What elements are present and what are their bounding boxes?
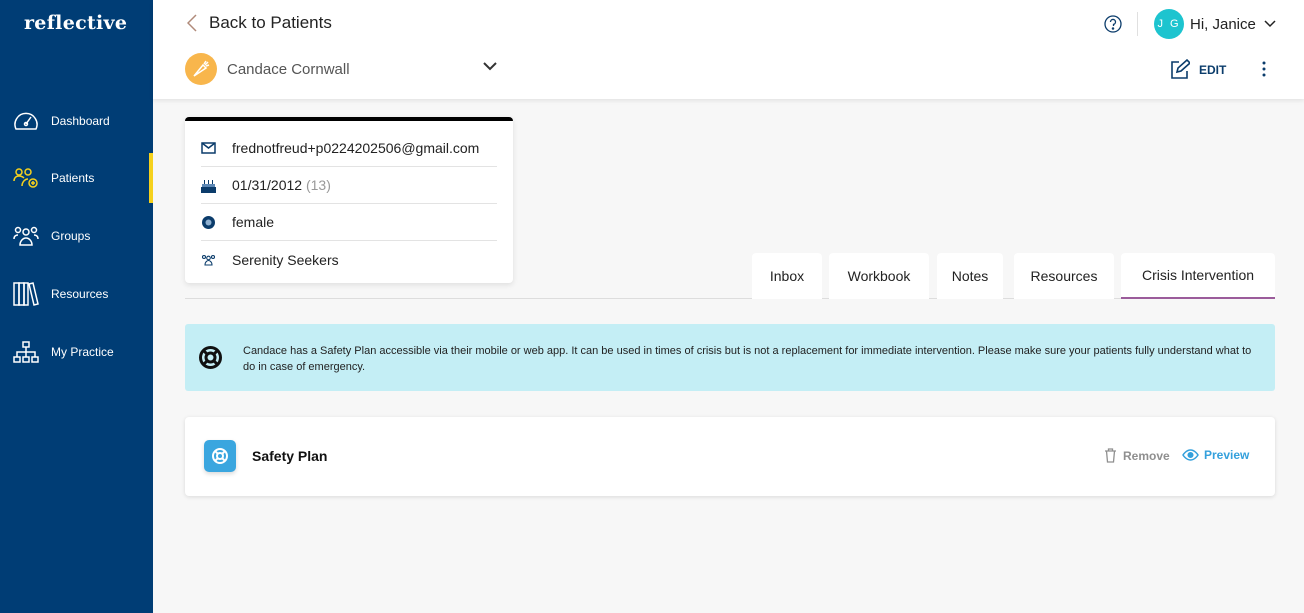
sidebar-item-patients[interactable]: Patients <box>0 153 153 203</box>
tab-bar: Inbox Workbook Notes Resources Crisis In… <box>185 253 1275 299</box>
gender: female <box>232 214 275 230</box>
gender-icon <box>202 215 215 229</box>
email: frednotfreud+p0224202506@gmail.com <box>232 140 480 156</box>
remove-label: Remove <box>1123 448 1170 463</box>
carrot-icon <box>193 60 210 77</box>
trash-icon <box>1105 448 1116 463</box>
patient-selector[interactable]: Candace Cornwall <box>185 53 497 85</box>
birthdate: 01/31/2012 (13) <box>232 177 331 193</box>
sidebar-item-dashboard[interactable]: Dashboard <box>0 96 153 146</box>
preview-label: Preview <box>1204 448 1250 462</box>
books-icon <box>13 282 39 306</box>
header: Back to Patients Candace Cornwall J G Hi… <box>153 0 1304 99</box>
patients-icon <box>13 168 38 188</box>
network-icon <box>13 341 39 363</box>
email-row: frednotfreud+p0224202506@gmail.com <box>201 130 497 167</box>
edit-icon <box>1171 59 1190 79</box>
patient-avatar <box>185 53 217 85</box>
sidebar-item-label: Dashboard <box>51 114 110 128</box>
groups-icon <box>13 226 39 246</box>
chevron-down-icon[interactable] <box>483 62 497 71</box>
greeting: Hi, Janice <box>1190 15 1256 33</box>
remove-button[interactable]: Remove <box>1104 448 1170 463</box>
dashboard-icon <box>14 112 38 130</box>
edit-button[interactable]: EDIT <box>1169 59 1226 80</box>
chevron-down-icon <box>1264 20 1276 28</box>
user-menu[interactable]: J G Hi, Janice <box>1154 9 1276 39</box>
sidebar-item-label: Patients <box>51 171 95 185</box>
patient-name: Candace Cornwall <box>227 60 350 78</box>
edit-label: EDIT <box>1199 62 1227 77</box>
lifebuoy-icon <box>212 448 228 464</box>
sidebar-item-label: My Practice <box>51 345 114 359</box>
more-options-icon[interactable] <box>1261 60 1267 78</box>
sidebar: reflective Dashboard Patients Groups Res… <box>0 0 153 613</box>
safety-plan-title: Safety Plan <box>252 448 328 464</box>
back-label: Back to Patients <box>209 13 332 32</box>
tab-notes[interactable]: Notes <box>937 253 1003 299</box>
tab-inbox[interactable]: Inbox <box>752 253 822 299</box>
tab-resources[interactable]: Resources <box>1014 253 1114 299</box>
back-to-patients-link[interactable]: Back to Patients <box>187 13 332 33</box>
info-alert: Candace has a Safety Plan accessible via… <box>185 324 1275 391</box>
gender-row: female <box>201 204 497 241</box>
divider <box>1137 12 1138 36</box>
birthdate-row: 01/31/2012 (13) <box>201 167 497 204</box>
lifebuoy-icon <box>199 346 222 369</box>
sidebar-item-resources[interactable]: Resources <box>0 269 153 319</box>
sidebar-item-groups[interactable]: Groups <box>0 211 153 261</box>
birthdate-value: 01/31/2012 <box>232 177 303 193</box>
eye-icon <box>1182 449 1199 461</box>
logo: reflective <box>24 12 128 34</box>
preview-button[interactable]: Preview <box>1182 448 1249 462</box>
safety-plan-icon <box>204 440 236 472</box>
sidebar-item-label: Groups <box>51 229 91 243</box>
user-avatar: J G <box>1154 9 1184 39</box>
help-icon[interactable] <box>1104 15 1122 33</box>
chevron-left-icon <box>187 14 197 32</box>
alert-text: Candace has a Safety Plan accessible via… <box>243 345 1252 373</box>
age: (13) <box>305 177 331 193</box>
tab-crisis-intervention[interactable]: Crisis Intervention <box>1121 253 1275 299</box>
tab-workbook[interactable]: Workbook <box>829 253 929 299</box>
sidebar-item-my-practice[interactable]: My Practice <box>0 327 153 377</box>
sidebar-item-label: Resources <box>51 287 109 301</box>
mail-icon <box>201 142 216 154</box>
safety-plan-card: Safety Plan Remove Preview <box>185 417 1275 496</box>
birthday-cake-icon <box>201 179 216 193</box>
